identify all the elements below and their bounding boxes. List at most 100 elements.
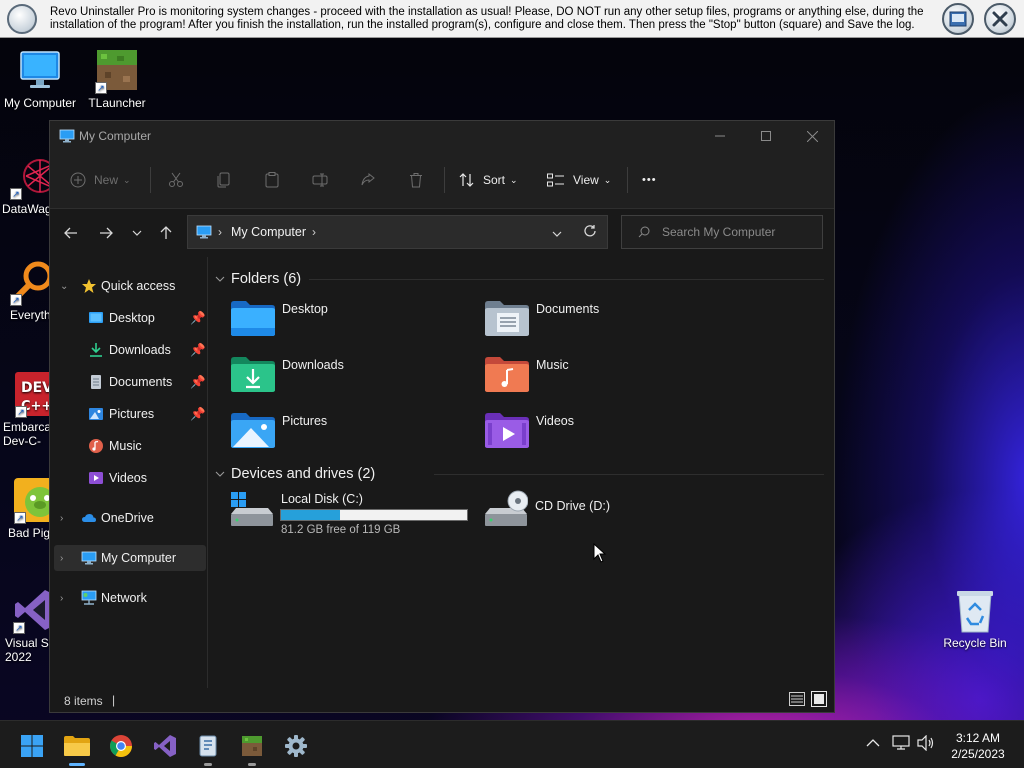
nav-item-videos[interactable]: Videos xyxy=(50,465,208,491)
close-button[interactable] xyxy=(789,125,835,147)
pin-icon: 📌 xyxy=(190,374,206,389)
nav-label: Music xyxy=(109,439,142,453)
desktop-icon-recycle-bin[interactable]: Recycle Bin xyxy=(935,588,1015,650)
grass-block-icon xyxy=(242,736,262,756)
folder-tile-downloads[interactable]: Downloads xyxy=(231,354,481,400)
show-hidden-icons-button[interactable] xyxy=(866,737,880,751)
nav-item-pictures[interactable]: Pictures 📌 xyxy=(50,401,208,427)
cd-drive-icon xyxy=(485,490,528,526)
search-box[interactable]: Search My Computer xyxy=(621,215,823,249)
visual-studio-icon xyxy=(154,735,176,757)
recent-locations-button[interactable] xyxy=(127,223,147,243)
taskbar-clock[interactable]: 3:12 AM 2/25/2023 xyxy=(940,730,1016,762)
nav-item-documents[interactable]: Documents 📌 xyxy=(50,369,208,395)
shortcut-arrow-icon: ↗ xyxy=(10,294,22,306)
nav-item-downloads[interactable]: Downloads 📌 xyxy=(50,337,208,363)
network-status-icon[interactable] xyxy=(892,735,910,754)
desktop-folder-icon xyxy=(88,310,104,326)
details-view-button[interactable] xyxy=(789,692,805,709)
folder-tile-music[interactable]: Music xyxy=(485,354,735,400)
maximize-button[interactable] xyxy=(743,125,789,147)
desktop-icon-tlauncher[interactable]: ↗ TLauncher xyxy=(77,48,157,110)
chevron-down-icon: ⌄ xyxy=(60,280,69,292)
desktop-icon-devcpp[interactable]: DEV C++ ↗ Embarca Dev-C- xyxy=(3,372,53,448)
folders-group-header[interactable]: Folders (6) xyxy=(215,268,301,290)
close-icon xyxy=(806,130,818,142)
taskbar-start-button[interactable] xyxy=(15,729,49,763)
toolbar-divider xyxy=(627,167,628,193)
breadcrumb-my-computer[interactable]: My Computer xyxy=(231,225,306,239)
speaker-icon xyxy=(917,734,934,752)
address-bar[interactable]: › My Computer › xyxy=(187,215,608,249)
refresh-button[interactable] xyxy=(583,224,597,241)
taskbar-file-explorer[interactable] xyxy=(60,729,94,766)
drive-tile-d-cd-drive[interactable]: CD Drive (D:) xyxy=(484,490,734,538)
copy-button[interactable] xyxy=(216,151,232,209)
chevron-right-icon: › xyxy=(60,512,64,524)
taskbar-settings[interactable] xyxy=(279,729,313,763)
drive-tile-c-local-disk[interactable]: Local Disk (C:) 81.2 GB free of 119 GB xyxy=(230,490,480,538)
forward-button[interactable] xyxy=(96,223,116,243)
maximize-icon xyxy=(761,131,771,141)
clock-time: 3:12 AM xyxy=(955,731,1001,745)
active-indicator xyxy=(69,763,85,766)
folder-tile-pictures[interactable]: Pictures xyxy=(231,410,481,456)
tiles-view-button[interactable] xyxy=(811,691,827,710)
up-button[interactable] xyxy=(156,223,176,243)
paste-button[interactable] xyxy=(264,151,280,209)
desktop-icon-datawag[interactable]: ↗ DataWag xyxy=(2,154,52,216)
nav-label: Pictures xyxy=(109,407,155,421)
nav-item-music[interactable]: Music xyxy=(50,433,208,459)
taskbar-revo-uninstaller[interactable] xyxy=(191,729,225,766)
command-bar: New ⌄ Sort ⌄ View ⌄ ••• xyxy=(50,151,834,209)
taskbar: 3:12 AM 2/25/2023 xyxy=(0,720,1024,768)
folder-tile-videos[interactable]: Videos xyxy=(485,410,735,456)
music-note-icon xyxy=(88,438,104,454)
nav-my-computer[interactable]: › My Computer xyxy=(54,545,206,571)
desktop-icon-label: My Computer xyxy=(3,96,77,110)
sort-button[interactable]: Sort ⌄ xyxy=(459,151,518,209)
taskbar-chrome[interactable] xyxy=(104,729,138,763)
folder-name: Videos xyxy=(536,414,574,428)
revo-close-button[interactable] xyxy=(984,3,1016,35)
view-list-icon xyxy=(547,173,564,187)
music-folder-icon xyxy=(485,357,529,392)
revo-stop-button[interactable] xyxy=(942,3,974,35)
folder-tile-documents[interactable]: Documents xyxy=(485,298,735,344)
desktop-icon-label: Embarca Dev-C- xyxy=(3,420,52,448)
nav-quick-access[interactable]: ⌄ Quick access xyxy=(50,273,208,299)
stop-square-icon xyxy=(949,11,967,27)
taskbar-visual-studio[interactable] xyxy=(148,729,182,763)
desktop-icon-visual-studio[interactable]: ↗ Visual St 2022 xyxy=(5,588,55,664)
rename-button[interactable] xyxy=(312,151,328,209)
new-button[interactable]: New ⌄ xyxy=(70,151,131,209)
chevron-right-icon: › xyxy=(60,552,64,564)
breadcrumb-separator: › xyxy=(312,225,317,239)
minimize-button[interactable] xyxy=(697,125,743,147)
title-bar[interactable]: My Computer xyxy=(50,121,834,151)
desktop-icon-my-computer[interactable]: My Computer xyxy=(0,48,80,110)
group-title: Devices and drives (2) xyxy=(231,466,376,482)
cut-button[interactable] xyxy=(168,151,184,209)
shortcut-arrow-icon: ↗ xyxy=(95,82,107,94)
revo-monitor-bar: Revo Uninstaller Pro is monitoring syste… xyxy=(0,0,1024,38)
nav-item-desktop[interactable]: Desktop 📌 xyxy=(50,305,208,331)
more-options-button[interactable]: ••• xyxy=(642,151,657,209)
chevron-down-icon xyxy=(215,471,225,477)
network-monitor-icon xyxy=(892,735,910,750)
pin-icon: 📌 xyxy=(190,406,206,421)
nav-onedrive[interactable]: › OneDrive xyxy=(50,505,208,531)
address-dropdown-button[interactable] xyxy=(552,226,562,240)
explorer-window: My Computer New ⌄ Sort ⌄ View ⌄ ••• › My… xyxy=(49,120,835,713)
shortcut-arrow-icon: ↗ xyxy=(14,512,26,524)
view-button[interactable]: View ⌄ xyxy=(547,151,611,209)
volume-icon[interactable] xyxy=(917,734,935,754)
nav-network[interactable]: › Network xyxy=(50,585,208,611)
folder-tile-desktop[interactable]: Desktop xyxy=(231,298,481,344)
taskbar-tlauncher[interactable] xyxy=(235,729,269,766)
back-button[interactable] xyxy=(61,223,81,243)
monitor-icon xyxy=(196,225,212,239)
delete-button[interactable] xyxy=(408,151,424,209)
drives-group-header[interactable]: Devices and drives (2) xyxy=(215,463,375,485)
share-button[interactable] xyxy=(360,151,376,209)
